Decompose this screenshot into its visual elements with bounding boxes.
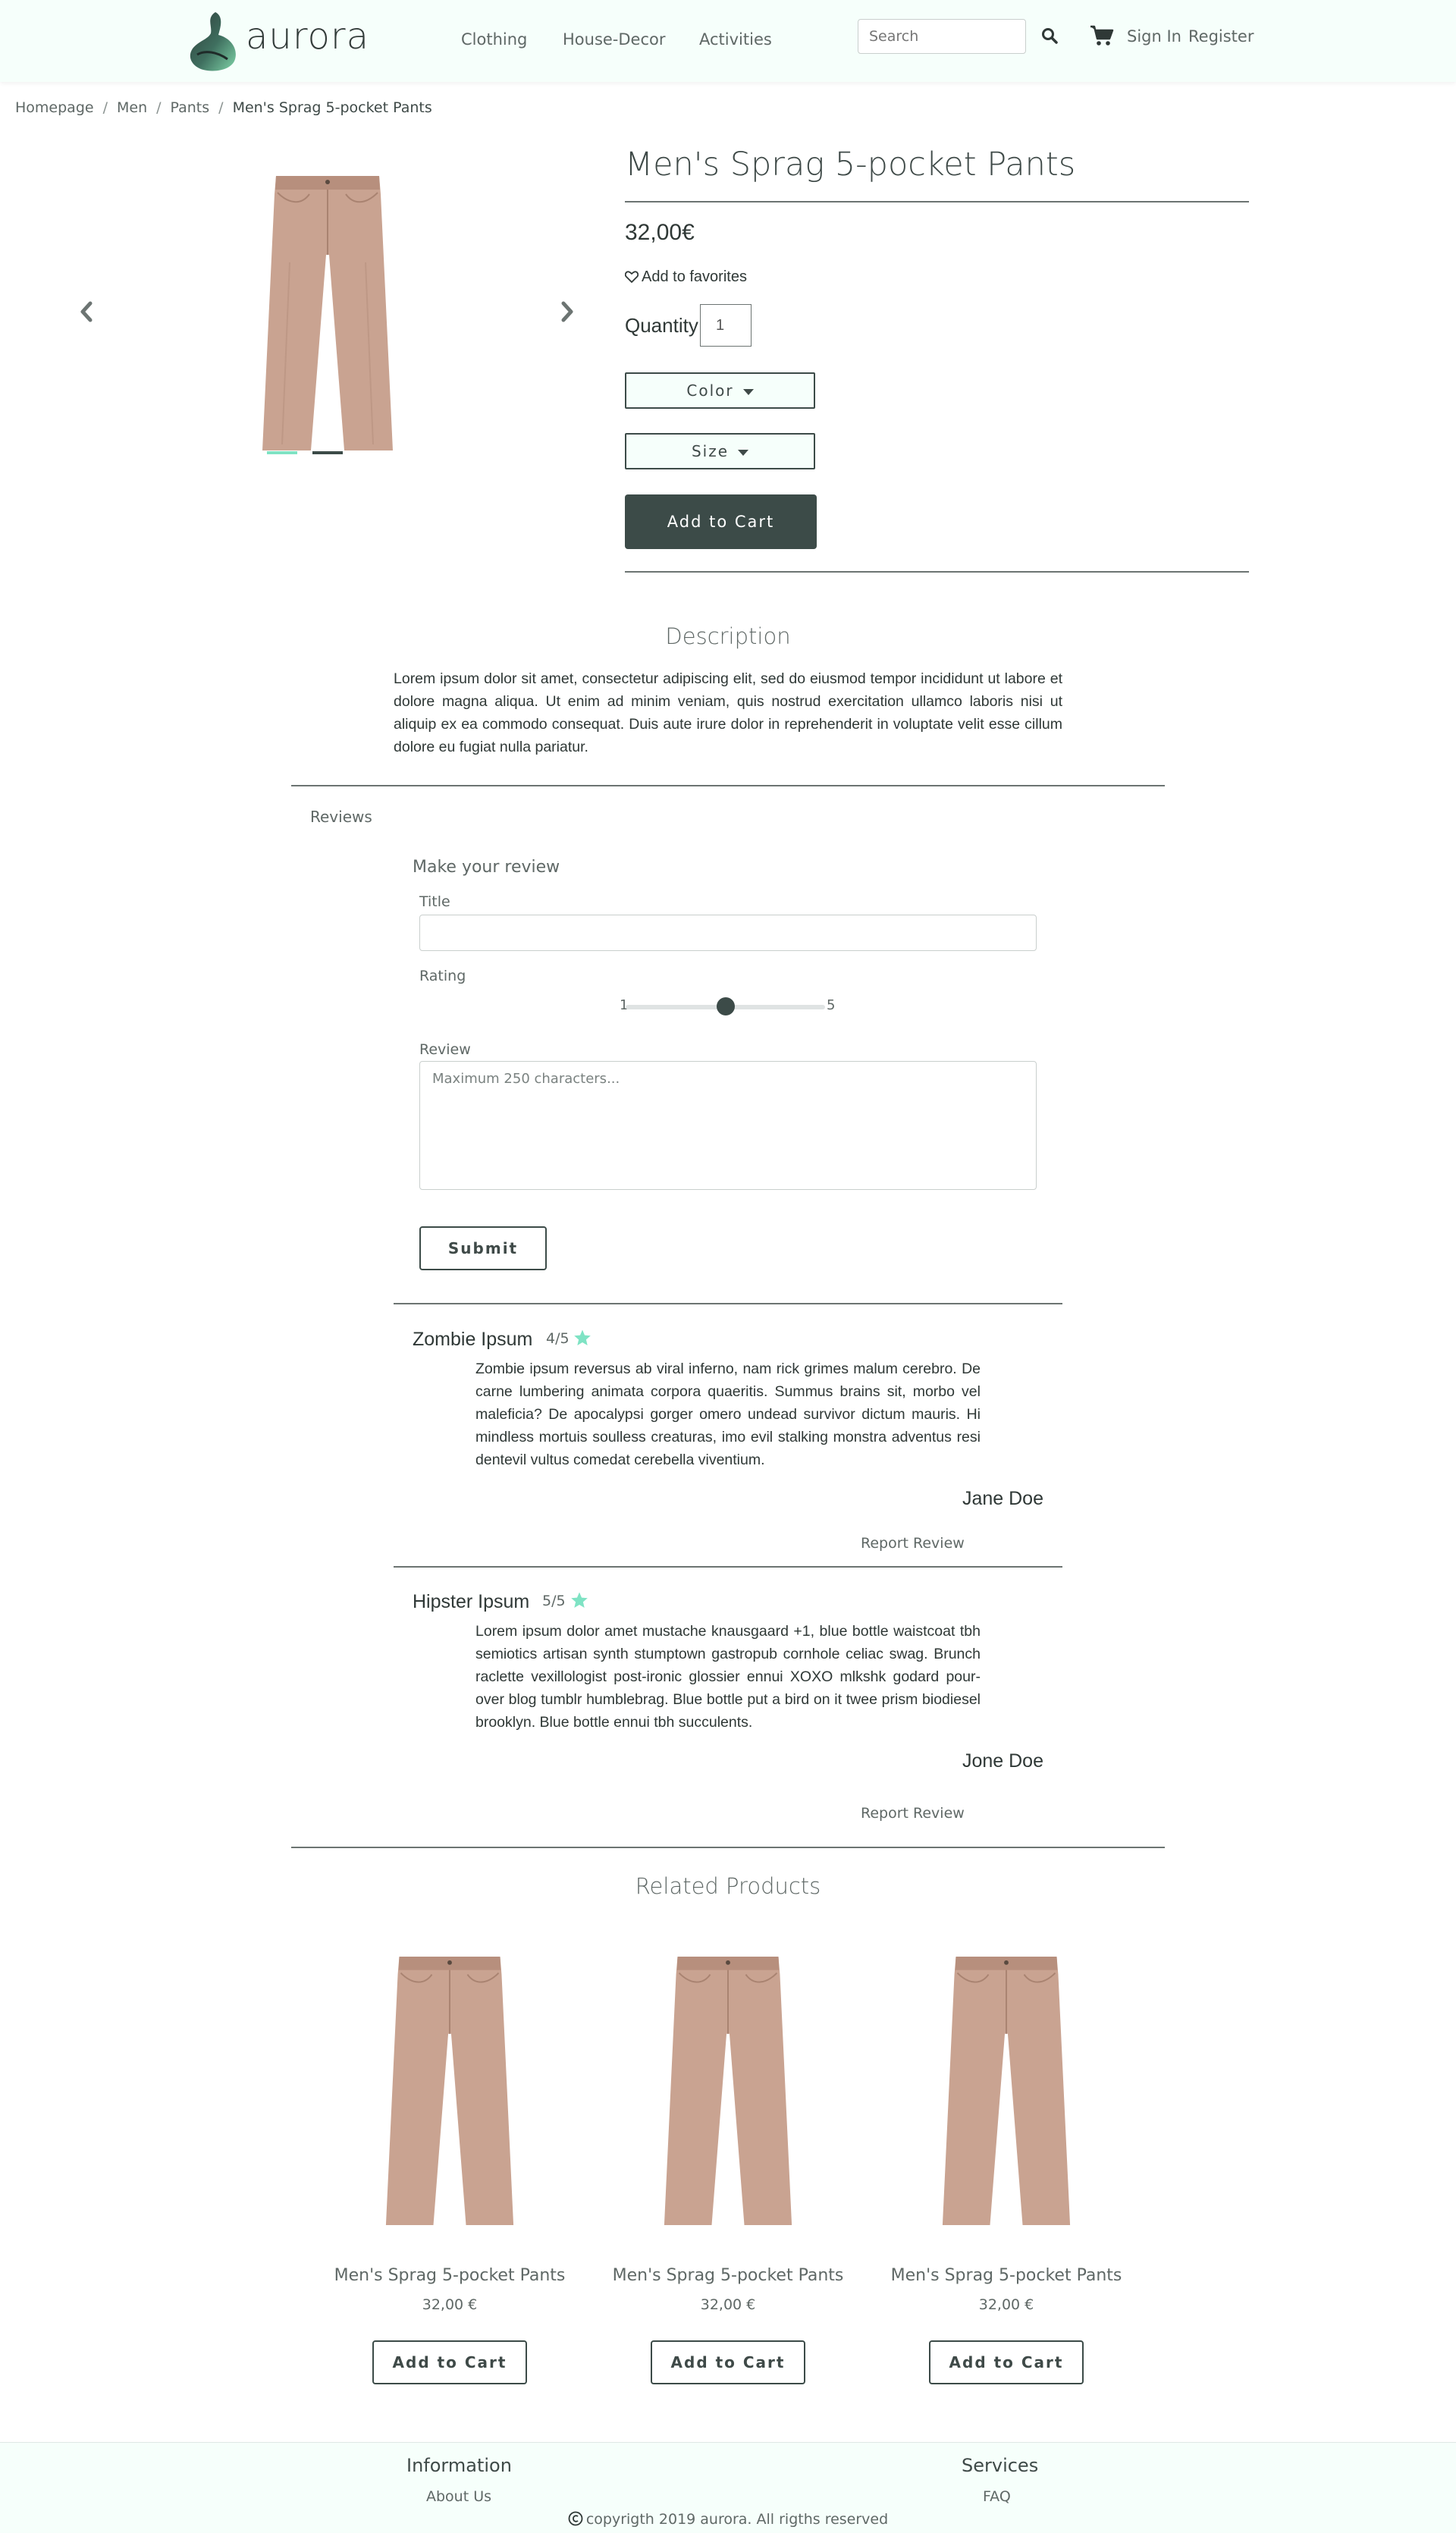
related-product-price: 32,00 €: [978, 2296, 1034, 2313]
title-divider: [625, 201, 1249, 202]
related-product-name[interactable]: Men's Sprag 5-pocket Pants: [328, 2266, 571, 2285]
description-text: Lorem ipsum dolor sit amet, consectetur …: [394, 670, 1062, 755]
brand-name[interactable]: aurora: [246, 15, 369, 58]
caret-down-icon: [738, 449, 749, 456]
related-product-card[interactable]: Men's Sprag 5-pocket Pants 32,00 € Add t…: [607, 1934, 849, 2389]
rating-slider-thumb[interactable]: [716, 997, 735, 1015]
chevron-left-icon[interactable]: [79, 300, 94, 323]
reviews-tab[interactable]: Reviews: [310, 808, 372, 826]
related-products-title: Related Products: [635, 1873, 821, 1899]
related-product-price: 32,00 €: [422, 2296, 478, 2313]
related-product-image[interactable]: [383, 1948, 516, 2236]
review-title-input[interactable]: [419, 915, 1037, 951]
color-dropdown-label: Color: [686, 381, 734, 400]
footer-about-us-link[interactable]: About Us: [426, 2488, 491, 2505]
product-info-divider: [625, 571, 1249, 573]
breadcrumb-separator: /: [218, 99, 224, 116]
breadcrumb-men[interactable]: Men: [117, 99, 147, 116]
carousel-indicator-2[interactable]: [312, 451, 343, 454]
related-product-price: 32,00 €: [700, 2296, 756, 2313]
copyright-text: copyrigth 2019 aurora. All rigths reserv…: [585, 2511, 889, 2528]
aurora-logo[interactable]: [185, 9, 244, 73]
nav-activities[interactable]: Activities: [699, 30, 772, 49]
review-title: Hipster Ipsum: [413, 1591, 530, 1612]
add-to-cart-button[interactable]: Add to Cart: [625, 494, 817, 549]
footer-faq-link[interactable]: FAQ: [983, 2488, 1011, 2505]
review-author: Jone Doe: [962, 1750, 1043, 1772]
related-product-image[interactable]: [940, 1948, 1073, 2236]
footer-information-title: Information: [406, 2455, 512, 2476]
related-add-to-cart-button[interactable]: Add to Cart: [651, 2340, 805, 2384]
breadcrumb-separator: /: [102, 99, 108, 116]
description-title: Description: [665, 623, 791, 649]
add-to-favorites-label: Add to favorites: [642, 268, 747, 285]
description-divider: [291, 785, 1165, 786]
size-dropdown[interactable]: Size: [625, 433, 815, 469]
review-textarea[interactable]: Maximum 250 characters...: [419, 1061, 1037, 1190]
size-dropdown-label: Size: [691, 442, 730, 460]
review-text-label: Review: [419, 1041, 471, 1058]
product-title: Men's Sprag 5-pocket Pants: [625, 146, 1076, 184]
carousel-indicator-1[interactable]: [267, 451, 297, 454]
review-divider: [394, 1566, 1062, 1568]
breadcrumb: Homepage / Men / Pants / Men's Sprag 5-pocket …: [15, 99, 432, 116]
review-author: Jane Doe: [962, 1488, 1043, 1509]
review-body: Zombie ipsum reversus ab viral inferno, …: [475, 1361, 981, 1468]
related-product-name[interactable]: Men's Sprag 5-pocket Pants: [885, 2266, 1128, 2285]
caret-down-icon: [742, 388, 754, 395]
search-icon[interactable]: [1040, 27, 1059, 45]
related-product-image[interactable]: [661, 1948, 795, 2236]
navbar: aurora Clothing House-Decor Activities S…: [0, 0, 1456, 82]
footer: Information About Us Services FAQ copyri…: [0, 2442, 1456, 2533]
submit-review-button[interactable]: Submit: [419, 1226, 547, 1270]
review-title: Zombie Ipsum: [413, 1329, 533, 1350]
add-to-favorites-link[interactable]: Add to favorites: [624, 268, 747, 286]
breadcrumb-homepage[interactable]: Homepage: [15, 99, 94, 116]
footer-services-title: Services: [962, 2455, 1039, 2476]
cart-icon[interactable]: [1090, 24, 1114, 47]
product-price: 32,00€: [625, 220, 695, 245]
copyright-icon: [568, 2511, 583, 2526]
review-divider: [394, 1303, 1062, 1304]
nav-house-decor[interactable]: House-Decor: [563, 30, 666, 49]
related-product-card[interactable]: Men's Sprag 5-pocket Pants 32,00 € Add t…: [885, 1934, 1128, 2389]
breadcrumb-pants[interactable]: Pants: [171, 99, 210, 116]
review-score: 5/5: [542, 1593, 566, 1609]
review-body: Lorem ipsum dolor amet mustache knausgaa…: [475, 1623, 981, 1731]
chevron-right-icon[interactable]: [560, 300, 575, 323]
rating-max-label: 5: [827, 997, 836, 1013]
related-add-to-cart-button[interactable]: Add to Cart: [929, 2340, 1084, 2384]
star-icon: [574, 1329, 591, 1345]
review-score: 4/5: [546, 1330, 570, 1347]
color-dropdown[interactable]: Color: [625, 372, 815, 409]
related-product-name[interactable]: Men's Sprag 5-pocket Pants: [607, 2266, 849, 2285]
nav-clothing[interactable]: Clothing: [461, 30, 527, 49]
reviews-divider: [291, 1847, 1165, 1848]
footer-copyright: copyrigth 2019 aurora. All rigths reserv…: [0, 2511, 1456, 2528]
rating-label: Rating: [419, 968, 466, 984]
review-title-label: Title: [419, 893, 450, 910]
sign-in-link[interactable]: Sign In: [1127, 27, 1181, 46]
quantity-input[interactable]: 1: [700, 304, 752, 347]
related-product-card[interactable]: Men's Sprag 5-pocket Pants 32,00 € Add t…: [328, 1934, 571, 2389]
report-review-link[interactable]: Report Review: [861, 1805, 965, 1822]
heart-icon: [624, 271, 639, 283]
make-review-heading: Make your review: [413, 858, 560, 877]
search-input[interactable]: [858, 19, 1026, 54]
breadcrumb-current: Men's Sprag 5-pocket Pants: [232, 99, 432, 116]
related-add-to-cart-button[interactable]: Add to Cart: [372, 2340, 527, 2384]
star-icon: [571, 1592, 588, 1608]
register-link[interactable]: Register: [1188, 27, 1254, 46]
product-image: [262, 176, 393, 450]
product-carousel: [61, 152, 592, 470]
quantity-label: Quantity: [625, 314, 698, 337]
report-review-link[interactable]: Report Review: [861, 1535, 965, 1552]
breadcrumb-separator: /: [156, 99, 162, 116]
